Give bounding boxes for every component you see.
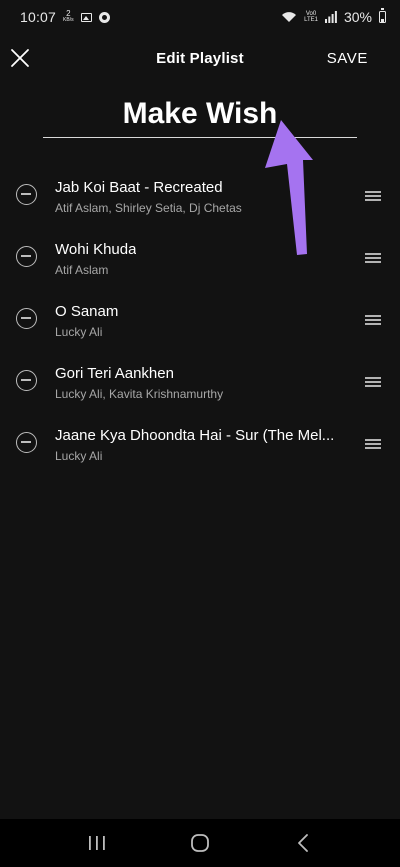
track-artist: Lucky Ali, Kavita Krishnamurthy <box>55 387 224 401</box>
save-button[interactable]: SAVE <box>327 50 368 67</box>
volte-indicator: Vo0 LTE1 <box>304 11 318 23</box>
status-left: 10:07 2 KB/s <box>20 9 110 25</box>
track-title: O Sanam <box>55 303 119 320</box>
track-row: Gori Teri Aankhen Lucky Ali, Kavita Kris… <box>0 350 400 412</box>
home-button[interactable] <box>188 831 212 855</box>
track-title: Wohi Khuda <box>55 241 137 258</box>
remove-track-button[interactable] <box>16 432 37 453</box>
track-artist: Atif Aslam <box>55 263 109 277</box>
battery-percent: 30% <box>343 9 372 25</box>
network-speed: 2 KB/s <box>63 10 74 24</box>
track-title: Jab Koi Baat - Recreated <box>55 179 223 196</box>
remove-track-button[interactable] <box>16 370 37 391</box>
remove-track-button[interactable] <box>16 246 37 267</box>
home-icon <box>191 834 209 852</box>
network-speed-unit: KB/s <box>63 17 74 23</box>
back-button[interactable] <box>291 831 315 855</box>
drag-handle-icon[interactable] <box>365 253 381 263</box>
header: Edit Playlist SAVE <box>0 38 400 82</box>
track-artist: Lucky Ali <box>55 449 103 463</box>
recents-icon <box>88 836 105 850</box>
back-icon <box>298 834 309 852</box>
volte-bottom: LTE1 <box>304 17 318 23</box>
track-row: Jaane Kya Dhoondta Hai - Sur (The Mel...… <box>0 412 400 474</box>
signal-icon <box>324 11 337 23</box>
recents-button[interactable] <box>85 831 109 855</box>
app-notification-icon <box>98 11 110 23</box>
system-nav-bar <box>0 819 400 867</box>
track-artist: Atif Aslam, Shirley Setia, Dj Chetas <box>55 201 242 215</box>
track-row: Jab Koi Baat - Recreated Atif Aslam, Shi… <box>0 164 400 226</box>
track-title: Gori Teri Aankhen <box>55 365 174 382</box>
gallery-icon <box>80 12 92 22</box>
network-speed-value: 2 <box>66 9 71 18</box>
track-title: Jaane Kya Dhoondta Hai - Sur (The Mel... <box>55 427 335 444</box>
drag-handle-icon[interactable] <box>365 191 381 201</box>
status-time: 10:07 <box>20 9 57 25</box>
drag-handle-icon[interactable] <box>365 439 381 449</box>
battery-icon <box>379 8 386 23</box>
track-row: Wohi Khuda Atif Aslam <box>0 226 400 288</box>
track-row: O Sanam Lucky Ali <box>0 288 400 350</box>
drag-handle-icon[interactable] <box>365 377 381 387</box>
wifi-icon <box>282 12 297 22</box>
drag-handle-icon[interactable] <box>365 315 381 325</box>
remove-track-button[interactable] <box>16 184 37 205</box>
track-artist: Lucky Ali <box>55 325 103 339</box>
status-bar: 10:07 2 KB/s Vo0 LTE1 30% <box>0 0 400 34</box>
remove-track-button[interactable] <box>16 308 37 329</box>
track-list: Jab Koi Baat - Recreated Atif Aslam, Shi… <box>0 164 400 474</box>
status-right: Vo0 LTE1 30% <box>281 8 386 25</box>
